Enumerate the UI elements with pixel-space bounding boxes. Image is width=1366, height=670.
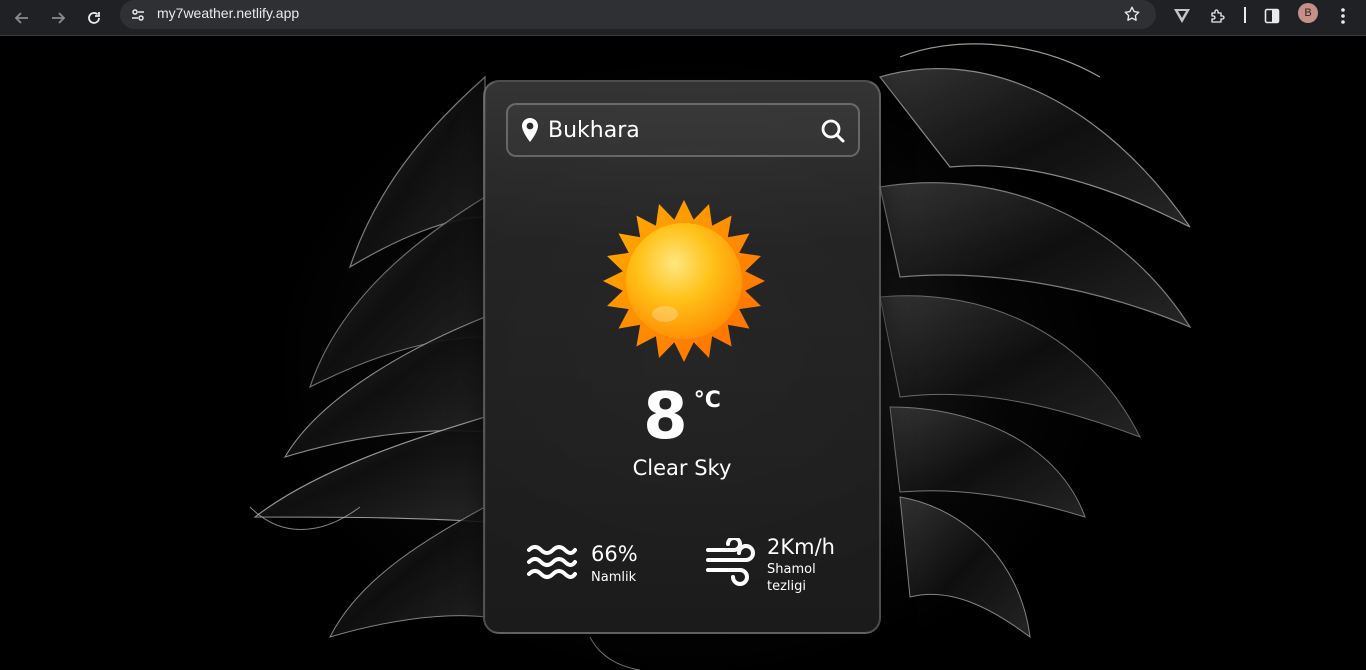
forward-button[interactable] (45, 5, 71, 31)
weather-condition: Clear Sky (632, 456, 732, 480)
bookmark-star-icon[interactable] (1122, 4, 1142, 24)
humidity-value: 66% (591, 542, 638, 566)
wind-label-line2: tezligi (767, 579, 807, 594)
wind-icon (706, 538, 755, 586)
arrow-right-icon (52, 12, 66, 24)
wind-value: 2Km/h (767, 535, 835, 559)
address-bar[interactable]: my7weather.netlify.app (120, 0, 1156, 29)
extension-v-icon[interactable] (1169, 3, 1195, 29)
temperature-display: 8 °C (485, 382, 879, 452)
weather-card: 8°C Clear Sky 66% Namlik 2Km/h Shamol te… (483, 80, 881, 634)
reload-button[interactable] (81, 5, 107, 31)
waves-icon (527, 545, 577, 579)
url-text[interactable]: my7weather.netlify.app (157, 5, 299, 21)
search-icon[interactable] (820, 118, 846, 144)
reload-icon (88, 12, 100, 24)
wind-label-line1: Shamol (767, 562, 816, 577)
city-search-input[interactable] (548, 113, 808, 147)
city-search-box (506, 103, 860, 157)
profile-avatar[interactable]: B (1298, 3, 1318, 23)
humidity-label: Namlik (591, 570, 637, 585)
site-settings-icon[interactable] (128, 5, 148, 25)
extensions-puzzle-icon[interactable] (1205, 3, 1231, 29)
browser-toolbar: my7weather.netlify.app B (0, 0, 1366, 36)
sun-icon (603, 200, 765, 362)
temperature-value: 8 (643, 380, 688, 454)
menu-kebab-icon[interactable] (1330, 3, 1356, 29)
toolbar-divider (1244, 7, 1246, 23)
page-viewport: 8°C Clear Sky 66% Namlik 2Km/h Shamol te… (0, 37, 1366, 670)
location-pin-icon (522, 118, 538, 142)
temperature-unit: °C (693, 388, 721, 413)
back-button[interactable] (9, 5, 35, 31)
side-panel-icon[interactable] (1259, 3, 1285, 29)
arrow-left-icon (14, 12, 28, 24)
